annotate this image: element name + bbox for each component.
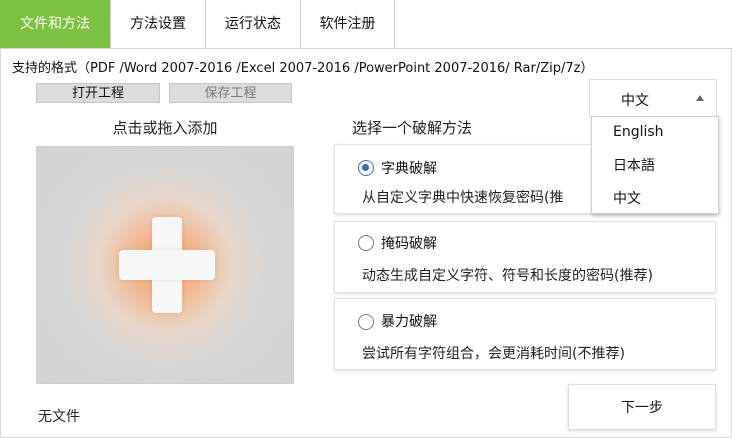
tab-run-status[interactable]: 运行状态	[206, 0, 301, 48]
radio-dictionary[interactable]	[358, 160, 374, 176]
radio-mask[interactable]	[358, 235, 374, 251]
next-step-button[interactable]: 下一步	[568, 384, 716, 430]
open-project-button[interactable]: 打开工程	[36, 83, 160, 103]
language-option-japanese[interactable]: 日本語	[613, 155, 655, 175]
language-selected-value: 中文	[621, 93, 649, 109]
tab-software-registration[interactable]: 软件注册	[301, 0, 395, 48]
method-card-mask[interactable]: 掩码破解 动态生成自定义字符、符号和长度的密码(推荐)	[334, 221, 716, 293]
method-section-title: 选择一个破解方法	[352, 119, 473, 137]
tab-method-settings[interactable]: 方法设置	[111, 0, 206, 48]
language-dropdown-menu: English 日本語 中文	[591, 116, 719, 214]
dropzone-title: 点击或拖入添加	[112, 119, 218, 137]
language-option-chinese[interactable]: 中文	[613, 188, 641, 208]
language-select[interactable]: 中文	[589, 79, 717, 117]
method-description: 尝试所有字符组合，会更消耗时间(不推荐)	[362, 346, 625, 362]
method-description: 动态生成自定义字符、符号和长度的密码(推荐)	[362, 268, 653, 284]
method-card-brute-force[interactable]: 暴力破解 尝试所有字符组合，会更消耗时间(不推荐)	[334, 298, 716, 370]
supported-formats-text: 支持的格式（PDF /Word 2007-2016 /Excel 2007-20…	[12, 61, 594, 76]
tab-bar: 文件和方法 方法设置 运行状态 软件注册	[0, 0, 732, 49]
save-project-button[interactable]: 保存工程	[169, 83, 292, 103]
method-description: 从自定义字典中快速恢复密码(推	[362, 190, 564, 206]
file-status-text: 无文件	[38, 409, 80, 425]
method-name: 字典破解	[381, 161, 437, 177]
language-option-english[interactable]: English	[613, 124, 664, 140]
radio-brute-force[interactable]	[358, 314, 374, 330]
file-dropzone[interactable]	[36, 146, 294, 384]
chevron-up-icon	[696, 95, 704, 101]
tab-files-and-methods[interactable]: 文件和方法	[0, 0, 111, 48]
method-name: 掩码破解	[381, 236, 437, 252]
method-name: 暴力破解	[381, 314, 437, 330]
